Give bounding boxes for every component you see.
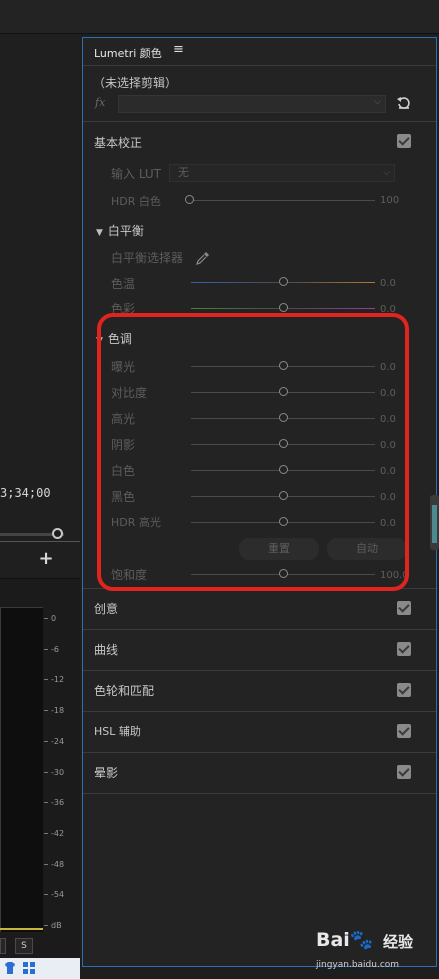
- watermark-logo-text: Bai: [316, 929, 350, 951]
- audio-meter: [0, 607, 43, 932]
- meter-tick-label: dB: [51, 921, 62, 930]
- section-checkbox[interactable]: [397, 724, 411, 738]
- meter-tick-mark: [44, 740, 48, 742]
- hdr-white-label: HDR 白色: [111, 195, 161, 208]
- section-checkbox[interactable]: [397, 642, 411, 656]
- meter-tick-label: -54: [51, 890, 65, 900]
- audio-meter-level: [0, 928, 43, 930]
- eyedropper-icon[interactable]: [196, 251, 210, 265]
- audio-meter-scale: 0 -6 -12 -18 -24 -30 -36 -42 -48 -54 dB: [44, 607, 80, 937]
- meter-tick: -54: [44, 890, 80, 899]
- chevron-down-icon: ⌵: [374, 97, 381, 107]
- meter-tick: -36: [44, 798, 80, 807]
- section-checkbox[interactable]: [397, 601, 411, 615]
- temperature-handle[interactable]: [279, 277, 288, 286]
- meter-tick: -30: [44, 768, 80, 777]
- meter-tick: dB: [44, 921, 80, 930]
- temperature-value[interactable]: 0.0: [380, 278, 396, 289]
- wb-selector-label: 白平衡选择器: [111, 251, 184, 265]
- panel-title[interactable]: Lumetri 颜色: [94, 45, 162, 61]
- panel-resize-grip-indicator: [432, 505, 437, 543]
- timecode-display[interactable]: 3;34;00: [0, 486, 51, 500]
- meter-tick-label: -36: [51, 798, 65, 808]
- hdr-white-value[interactable]: 100: [380, 195, 399, 206]
- temperature-label: 色温: [111, 277, 136, 291]
- chevron-down-icon: ▼: [96, 228, 103, 238]
- meter-tick-label: -24: [51, 736, 65, 746]
- hdr-white-handle[interactable]: [185, 195, 194, 204]
- meter-solo-buttons: S: [0, 938, 80, 956]
- meter-tick-label: -42: [51, 828, 65, 838]
- chevron-down-icon: ⌵: [383, 168, 390, 178]
- shirt-icon[interactable]: [3, 961, 17, 975]
- meter-tick-mark: [44, 648, 48, 650]
- meter-tick-mark: [44, 832, 48, 834]
- mute-button[interactable]: [0, 938, 6, 954]
- section-title[interactable]: 色轮和匹配: [94, 682, 154, 699]
- meter-tick-label: -6: [51, 644, 59, 654]
- meter-tick: -6: [44, 645, 80, 654]
- divider: [83, 711, 436, 712]
- tint-handle[interactable]: [279, 303, 288, 312]
- section-title[interactable]: HSL 辅助: [94, 723, 141, 739]
- add-button[interactable]: +: [38, 550, 54, 568]
- watermark-logo: Bai🐾: [316, 929, 374, 951]
- section-checkbox[interactable]: [397, 765, 411, 779]
- highlight-annotation: [97, 313, 409, 591]
- section-title[interactable]: 曲线: [94, 641, 118, 658]
- section-basic-correction[interactable]: 基本校正: [94, 134, 142, 151]
- meter-tick-mark: [44, 618, 48, 619]
- section-title[interactable]: 晕影: [94, 764, 118, 781]
- meter-tick-mark: [44, 771, 48, 773]
- panel-header: Lumetri 颜色 ≡: [83, 38, 436, 66]
- fx-icon: fx: [95, 96, 106, 109]
- divider: [83, 752, 436, 753]
- divider: [83, 793, 436, 794]
- meter-tick-label: 0: [51, 614, 57, 623]
- effect-select[interactable]: ⌵: [118, 95, 386, 113]
- divider: [83, 629, 436, 630]
- lut-label: 输入 LUT: [111, 167, 162, 181]
- panel-menu-icon[interactable]: ≡: [173, 42, 184, 57]
- meter-tick-mark: [44, 894, 48, 896]
- hdr-white-slider[interactable]: [189, 200, 375, 201]
- meter-tick-mark: [44, 679, 48, 681]
- meter-tick-label: -48: [51, 859, 65, 869]
- divider: [83, 121, 436, 122]
- section-checkbox[interactable]: [397, 683, 411, 697]
- lut-select[interactable]: 无 ⌵: [169, 164, 395, 182]
- meter-tick-mark: [44, 925, 48, 926]
- lut-value: 无: [178, 166, 189, 179]
- meter-tick: -48: [44, 860, 80, 869]
- meter-tick-mark: [44, 802, 48, 804]
- meter-tick-mark: [44, 863, 48, 865]
- clip-label: （未选择剪辑）: [93, 76, 178, 90]
- solo-button[interactable]: S: [15, 938, 33, 954]
- section-title[interactable]: 创意: [94, 600, 118, 617]
- grid-icon[interactable]: [22, 961, 36, 975]
- meter-tick: 0: [44, 614, 80, 623]
- meter-tick: -18: [44, 706, 80, 715]
- meter-tick-label: -18: [51, 706, 65, 716]
- reset-icon[interactable]: [396, 95, 412, 111]
- divider: [83, 670, 436, 671]
- white-balance-title: 白平衡: [107, 224, 144, 238]
- top-bar: [0, 0, 439, 34]
- meter-tick: -24: [44, 737, 80, 746]
- meter-tick-mark: [44, 710, 48, 712]
- meter-tick-label: -30: [51, 767, 65, 777]
- meter-tick-label: -12: [51, 675, 65, 685]
- watermark-url: jingyan.baidu.com: [316, 960, 400, 970]
- taskbar: [0, 958, 80, 979]
- watermark-logo-jingyan: 经验: [383, 933, 414, 951]
- meter-tick: -12: [44, 675, 80, 684]
- basic-correction-checkbox[interactable]: [397, 134, 411, 148]
- white-balance-header[interactable]: ▼ 白平衡: [96, 222, 144, 239]
- playhead-handle[interactable]: [52, 528, 63, 539]
- meter-tick: -42: [44, 829, 80, 838]
